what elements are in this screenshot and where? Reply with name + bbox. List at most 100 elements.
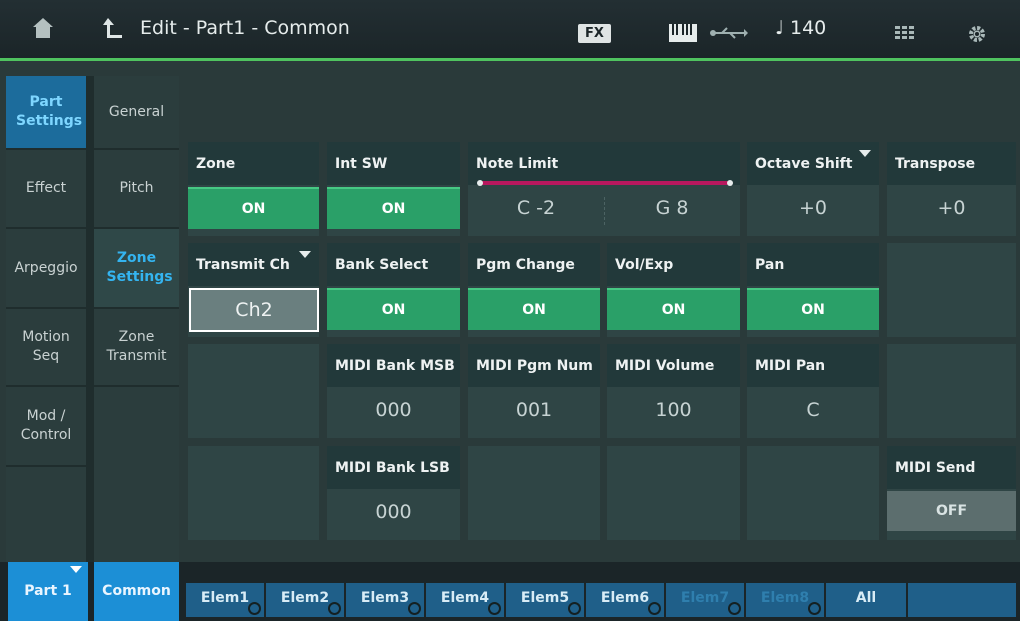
octave-shift-label: Octave Shift bbox=[747, 142, 879, 185]
pan-label: Pan bbox=[747, 243, 879, 286]
bank-select-label: Bank Select bbox=[327, 243, 460, 286]
grid-icon[interactable] bbox=[895, 26, 915, 40]
bank-select-toggle[interactable]: ON bbox=[327, 288, 460, 330]
empty-cell bbox=[887, 243, 1016, 337]
midi-bank-lsb-cell: MIDI Bank LSB 000 bbox=[327, 446, 460, 540]
elem1-button[interactable]: Elem1 bbox=[186, 583, 264, 617]
empty-slot bbox=[908, 583, 1016, 617]
empty-cell bbox=[188, 344, 319, 438]
elem8-button[interactable]: Elem8 bbox=[746, 583, 824, 617]
title-bar: Edit - Part1 - Common FX ♩ 140 bbox=[0, 0, 1020, 61]
midi-bank-lsb-label: MIDI Bank LSB bbox=[327, 446, 460, 489]
midi-send-toggle[interactable]: OFF bbox=[887, 491, 1016, 531]
tempo-display[interactable]: ♩ 140 bbox=[775, 17, 826, 39]
tab-effect[interactable]: Effect bbox=[6, 150, 86, 227]
common-button[interactable]: Common bbox=[94, 562, 179, 621]
midi-send-label: MIDI Send bbox=[887, 446, 1016, 489]
status-dot-icon bbox=[808, 602, 821, 615]
zone-label: Zone bbox=[188, 142, 319, 185]
midi-volume-cell: MIDI Volume 100 bbox=[607, 344, 740, 438]
midi-bank-msb-value[interactable]: 000 bbox=[327, 387, 460, 438]
transpose-value[interactable]: +0 bbox=[887, 185, 1016, 236]
empty-cell bbox=[607, 446, 740, 540]
status-dot-icon bbox=[728, 602, 741, 615]
midi-pgm-num-value[interactable]: 001 bbox=[468, 387, 600, 438]
tab-mod-control[interactable]: Mod / Control bbox=[6, 387, 86, 465]
pan-toggle[interactable]: ON bbox=[747, 288, 879, 330]
status-dot-icon bbox=[408, 602, 421, 615]
note-limit-cell: Note Limit C -2 G 8 bbox=[468, 142, 740, 236]
status-dot-icon bbox=[248, 602, 261, 615]
octave-shift-value[interactable]: +0 bbox=[747, 185, 879, 236]
keyboard-icon bbox=[669, 24, 697, 42]
elem6-button[interactable]: Elem6 bbox=[586, 583, 664, 617]
fx-indicator: FX bbox=[578, 24, 611, 43]
status-dot-icon bbox=[328, 602, 341, 615]
vol-exp-toggle[interactable]: ON bbox=[607, 288, 740, 330]
pgm-change-cell: Pgm Change ON bbox=[468, 243, 600, 337]
status-dot-icon bbox=[648, 602, 661, 615]
empty-cell bbox=[188, 446, 319, 540]
transmit-ch-label: Transmit Ch bbox=[188, 243, 319, 286]
midi-bank-msb-cell: MIDI Bank MSB 000 bbox=[327, 344, 460, 438]
gear-icon[interactable] bbox=[968, 25, 986, 43]
midi-pan-value[interactable]: C bbox=[747, 387, 879, 438]
tab-empty bbox=[6, 467, 86, 566]
tab-arpeggio[interactable]: Arpeggio bbox=[6, 229, 86, 307]
elem4-button[interactable]: Elem4 bbox=[426, 583, 504, 617]
empty-cell bbox=[887, 344, 1016, 438]
int-sw-cell: Int SW ON bbox=[327, 142, 460, 236]
elem7-button[interactable]: Elem7 bbox=[666, 583, 744, 617]
bank-select-cell: Bank Select ON bbox=[327, 243, 460, 337]
status-dot-icon bbox=[488, 602, 501, 615]
midi-volume-label: MIDI Volume bbox=[607, 344, 740, 387]
octave-shift-cell: Octave Shift +0 bbox=[747, 142, 879, 236]
transmit-ch-cell: Transmit Ch Ch2 bbox=[188, 243, 319, 337]
status-dot-icon bbox=[568, 602, 581, 615]
pan-cell: Pan ON bbox=[747, 243, 879, 337]
part-common-edit-screen: Edit - Part1 - Common FX ♩ 140 Part Sett… bbox=[0, 0, 1020, 621]
midi-pan-cell: MIDI Pan C bbox=[747, 344, 879, 438]
vol-exp-cell: Vol/Exp ON bbox=[607, 243, 740, 337]
empty-cell bbox=[747, 446, 879, 540]
usb-icon bbox=[710, 27, 748, 39]
elem2-button[interactable]: Elem2 bbox=[266, 583, 344, 617]
elem3-button[interactable]: Elem3 bbox=[346, 583, 424, 617]
elem5-button[interactable]: Elem5 bbox=[506, 583, 584, 617]
midi-bank-msb-label: MIDI Bank MSB bbox=[327, 344, 460, 387]
dropdown-triangle-icon bbox=[859, 150, 871, 157]
tab-part-settings[interactable]: Part Settings bbox=[6, 76, 86, 148]
vol-exp-label: Vol/Exp bbox=[607, 243, 740, 286]
page-title: Edit - Part1 - Common bbox=[140, 17, 350, 39]
midi-bank-lsb-value[interactable]: 000 bbox=[327, 489, 460, 540]
transpose-label: Transpose bbox=[887, 142, 1016, 185]
transpose-cell: Transpose +0 bbox=[887, 142, 1016, 236]
dropdown-triangle-icon bbox=[70, 566, 82, 573]
zone-toggle[interactable]: ON bbox=[188, 187, 319, 229]
empty-cell bbox=[468, 446, 600, 540]
midi-pgm-num-cell: MIDI Pgm Num 001 bbox=[468, 344, 600, 438]
tab-empty bbox=[94, 387, 179, 566]
midi-pgm-num-label: MIDI Pgm Num bbox=[468, 344, 600, 387]
tab-motion-seq[interactable]: Motion Seq bbox=[6, 309, 86, 385]
pgm-change-toggle[interactable]: ON bbox=[468, 288, 600, 330]
note-limit-low[interactable]: C -2 bbox=[468, 185, 604, 236]
midi-volume-value[interactable]: 100 bbox=[607, 387, 740, 438]
midi-pan-label: MIDI Pan bbox=[747, 344, 879, 387]
pgm-change-label: Pgm Change bbox=[468, 243, 600, 286]
note-limit-high[interactable]: G 8 bbox=[604, 185, 740, 236]
dropdown-triangle-icon bbox=[299, 251, 311, 258]
tab-zone-settings[interactable]: Zone Settings bbox=[94, 229, 179, 307]
zone-cell: Zone ON bbox=[188, 142, 319, 236]
home-icon[interactable] bbox=[32, 16, 54, 40]
part-select-button[interactable]: Part 1 bbox=[8, 562, 88, 621]
all-elements-button[interactable]: All bbox=[826, 583, 906, 617]
midi-send-cell: MIDI Send OFF bbox=[887, 446, 1016, 540]
tab-general[interactable]: General bbox=[94, 76, 179, 148]
int-sw-toggle[interactable]: ON bbox=[327, 187, 460, 229]
back-arrow-icon[interactable] bbox=[102, 16, 124, 40]
transmit-ch-value[interactable]: Ch2 bbox=[189, 288, 319, 332]
int-sw-label: Int SW bbox=[327, 142, 460, 185]
tab-zone-transmit[interactable]: Zone Transmit bbox=[94, 309, 179, 385]
tab-pitch[interactable]: Pitch bbox=[94, 150, 179, 227]
